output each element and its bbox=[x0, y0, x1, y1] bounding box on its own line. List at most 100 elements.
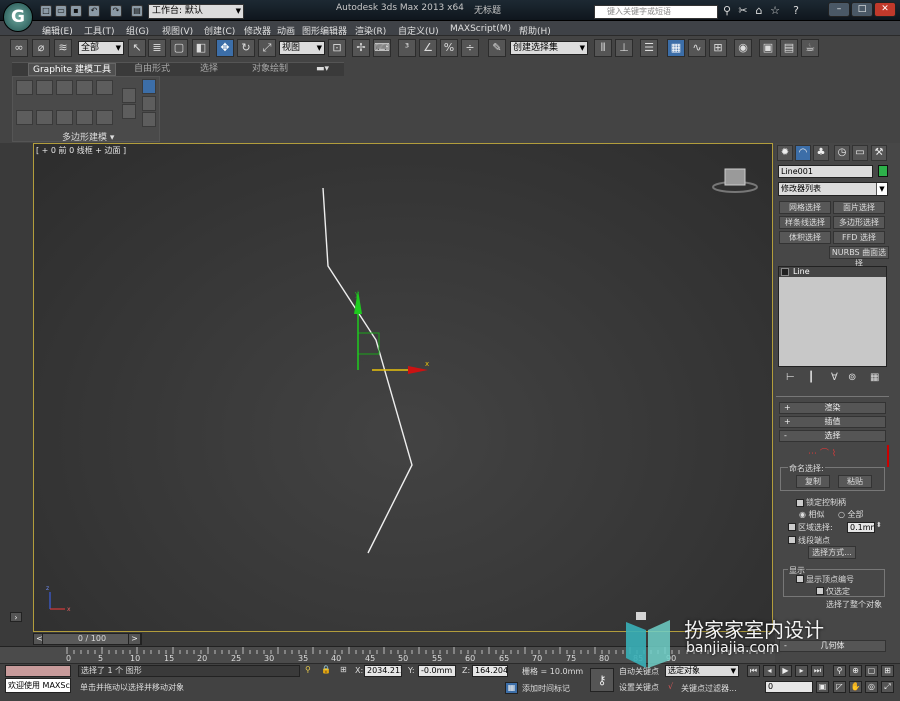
ribbon-tool-6[interactable] bbox=[16, 110, 33, 125]
ribbon-tool-11[interactable] bbox=[122, 88, 136, 103]
scroll-marker[interactable] bbox=[887, 445, 889, 467]
configure-modifier-sets-icon[interactable]: ▦ bbox=[870, 372, 879, 383]
keyboard-shortcut-override-icon[interactable]: ⌨ bbox=[373, 39, 391, 57]
modifier-list-dropdown[interactable]: 修改器列表 ▼ bbox=[778, 182, 888, 196]
hold-icon[interactable]: ▤ bbox=[131, 5, 143, 17]
z-coord-field[interactable]: 164.204m bbox=[472, 665, 508, 677]
ribbon-tool-9[interactable] bbox=[76, 110, 93, 125]
align-icon[interactable]: ⊥ bbox=[615, 39, 633, 57]
ribbon-tool-13[interactable] bbox=[142, 79, 156, 94]
spinner-icon[interactable]: ⬍ bbox=[876, 521, 882, 529]
rollout-geometry[interactable]: - 几何体 bbox=[779, 640, 886, 652]
rollout-selection[interactable]: - 选择 bbox=[779, 430, 886, 442]
open-file-icon[interactable]: ▭ bbox=[55, 5, 67, 17]
communication-icon[interactable]: ⌂ bbox=[752, 4, 766, 18]
ribbon-tool-1[interactable] bbox=[16, 80, 33, 95]
make-unique-icon[interactable]: ∀ bbox=[831, 372, 838, 383]
tab-object-paint[interactable]: 对象绘制 bbox=[248, 63, 292, 76]
minimize-button[interactable]: – bbox=[828, 2, 850, 17]
copy-button[interactable]: 复制 bbox=[796, 475, 830, 488]
set-key-button[interactable]: 设置关键点 bbox=[619, 682, 659, 693]
new-file-icon[interactable]: □ bbox=[40, 5, 52, 17]
ribbon-panel-label[interactable]: 多边形建模 ▾ bbox=[62, 130, 114, 143]
ffd-select-button[interactable]: FFD 选择 bbox=[833, 231, 885, 244]
ribbon-tool-8[interactable] bbox=[56, 110, 73, 125]
maxscript-mini-listener[interactable]: 欢迎使用 MAXSc bbox=[5, 678, 71, 693]
ribbon-options-icon[interactable]: ▬▾ bbox=[312, 63, 333, 76]
ribbon-tool-7[interactable] bbox=[36, 110, 53, 125]
select-and-scale-icon[interactable]: ⤢ bbox=[258, 39, 276, 57]
display-tab-icon[interactable]: ▭ bbox=[852, 145, 868, 161]
rollout-interpolation[interactable]: + 插值 bbox=[779, 416, 886, 428]
mesh-select-button[interactable]: 网格选择 bbox=[779, 201, 831, 214]
redo-icon[interactable]: ↷ bbox=[110, 5, 122, 17]
bind-space-warp-icon[interactable]: ≋ bbox=[54, 39, 72, 57]
time-configuration-icon[interactable]: ▣ bbox=[816, 681, 829, 693]
orbit-icon[interactable]: ◎ bbox=[865, 681, 878, 693]
ribbon-tool-15[interactable] bbox=[142, 112, 156, 127]
unlink-icon[interactable]: ⌀ bbox=[32, 39, 50, 57]
pivot-center-icon[interactable]: ⊡ bbox=[328, 39, 346, 57]
mirror-icon[interactable]: ⫴ bbox=[594, 39, 612, 57]
all-radio[interactable]: ○ 全部 bbox=[838, 509, 864, 520]
spinner-snap-icon[interactable]: ÷ bbox=[461, 39, 479, 57]
time-slider[interactable]: 0 / 100 bbox=[42, 633, 142, 645]
poly-select-button[interactable]: 多边形选择 bbox=[833, 216, 885, 229]
segment-end-checkbox[interactable] bbox=[788, 536, 796, 544]
selection-lock-icon[interactable]: 🔒 bbox=[321, 665, 331, 674]
snaps-toggle-icon[interactable]: ³ bbox=[398, 39, 416, 57]
select-object-icon[interactable]: ↖ bbox=[128, 39, 146, 57]
select-by-button[interactable]: 选择方式... bbox=[808, 546, 856, 559]
ribbon-tool-14[interactable] bbox=[142, 96, 156, 111]
binoculars-icon[interactable]: ⚲ bbox=[720, 4, 734, 18]
workspace-dropdown[interactable]: 工作台: 默认 ▼ bbox=[148, 4, 244, 19]
tab-freeform[interactable]: 自由形式 bbox=[130, 63, 174, 76]
help-icon[interactable]: ? bbox=[789, 4, 803, 18]
modify-tab-icon[interactable]: ◠ bbox=[795, 145, 811, 161]
selection-filter-dropdown[interactable]: 全部 ▼ bbox=[78, 41, 124, 55]
undo-icon[interactable]: ↶ bbox=[88, 5, 100, 17]
utilities-tab-icon[interactable]: ⚒ bbox=[871, 145, 887, 161]
subobject-level-icons[interactable]: ⋯ ⌒ ⌇ bbox=[808, 446, 836, 459]
area-selection-checkbox[interactable] bbox=[788, 523, 796, 531]
ribbon-tool-5[interactable] bbox=[96, 80, 113, 95]
stack-expand-icon[interactable] bbox=[781, 268, 789, 276]
key-icon[interactable]: ⚷ bbox=[590, 668, 614, 692]
rectangle-selection-icon[interactable]: ▢ bbox=[170, 39, 188, 57]
x-coord-field[interactable]: 2034.212m bbox=[364, 665, 402, 677]
lock-handles-checkbox[interactable] bbox=[796, 499, 804, 507]
tools-icon[interactable]: ✂ bbox=[736, 4, 750, 18]
material-editor-icon[interactable]: ◉ bbox=[734, 39, 752, 57]
similar-radio[interactable]: ◉ 相似 bbox=[799, 509, 825, 520]
y-coord-field[interactable]: -0.0mm bbox=[418, 665, 456, 677]
link-icon[interactable]: ∞ bbox=[10, 39, 28, 57]
named-selection-dropdown[interactable]: 创建选择集 ▼ bbox=[510, 41, 588, 55]
show-vertex-numbers-checkbox[interactable] bbox=[796, 575, 804, 583]
absolute-mode-icon[interactable]: ⊞ bbox=[340, 665, 347, 674]
select-and-rotate-icon[interactable]: ↻ bbox=[237, 39, 255, 57]
pan-view-icon[interactable]: ✋ bbox=[849, 681, 862, 693]
create-tab-icon[interactable]: ✹ bbox=[777, 145, 793, 161]
maximize-button[interactable]: □ bbox=[851, 2, 873, 17]
layer-manager-icon[interactable]: ☰ bbox=[640, 39, 658, 57]
app-logo-button[interactable]: G bbox=[3, 2, 33, 32]
stack-item-line[interactable]: Line bbox=[779, 267, 886, 277]
ribbon-tool-4[interactable] bbox=[76, 80, 93, 95]
render-setup-icon[interactable]: ▣ bbox=[759, 39, 777, 57]
ribbon-tool-2[interactable] bbox=[36, 80, 53, 95]
modifier-stack[interactable] bbox=[778, 266, 887, 367]
render-production-icon[interactable]: ☕ bbox=[801, 39, 819, 57]
rendered-frame-window-icon[interactable]: ▤ bbox=[780, 39, 798, 57]
percent-snap-icon[interactable]: % bbox=[440, 39, 458, 57]
maxscript-listener-pink[interactable] bbox=[5, 665, 71, 677]
field-of-view-icon[interactable]: ◸ bbox=[833, 681, 846, 693]
tab-selection[interactable]: 选择 bbox=[196, 63, 222, 76]
select-by-name-icon[interactable]: ≣ bbox=[148, 39, 166, 57]
selected-only-checkbox[interactable] bbox=[816, 587, 824, 595]
nurbs-surface-select-button[interactable]: NURBS 曲面选择 bbox=[829, 246, 889, 268]
close-button[interactable]: ✕ bbox=[874, 2, 896, 17]
isolate-icon[interactable]: ⚲ bbox=[305, 665, 311, 674]
edit-named-selection-icon[interactable]: ✎ bbox=[488, 39, 506, 57]
rollout-rendering[interactable]: + 渲染 bbox=[779, 402, 886, 414]
search-input[interactable]: 键入关键字或短语 bbox=[594, 5, 718, 19]
